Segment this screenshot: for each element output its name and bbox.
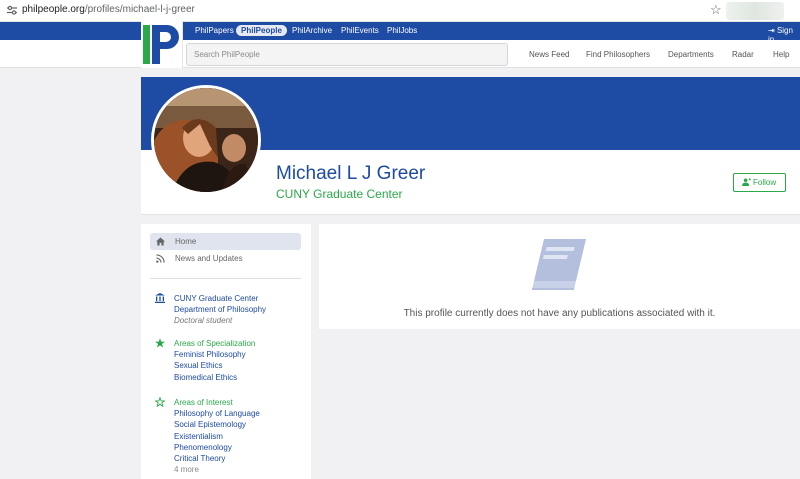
- network-nav-bar: PhilPapers PhilPeople PhilArchive PhilEv…: [0, 22, 800, 44]
- interest-item[interactable]: Philosophy of Language: [174, 409, 260, 418]
- specialization-item[interactable]: Feminist Philosophy: [174, 350, 246, 359]
- home-icon: [156, 237, 165, 246]
- header-news-feed[interactable]: News Feed: [529, 50, 569, 59]
- star-filled-icon: [155, 338, 165, 348]
- book-icon: [532, 239, 586, 290]
- avatar: [151, 85, 261, 195]
- institution-icon: [155, 293, 165, 303]
- sidebar-item-label: Home: [175, 237, 197, 246]
- interest-item[interactable]: Phenomenology: [174, 443, 232, 452]
- philpeople-logo-icon: [143, 25, 179, 64]
- philpeople-logo[interactable]: [141, 21, 183, 68]
- header-help[interactable]: Help: [773, 50, 789, 59]
- interest-item[interactable]: Social Epistemology: [174, 420, 246, 429]
- interest-more-link[interactable]: 4 more: [174, 465, 199, 474]
- nav-philevents[interactable]: PhilEvents: [336, 25, 384, 36]
- header-find-philosophers[interactable]: Find Philosophers: [586, 50, 650, 59]
- sidebar-divider: [150, 278, 301, 279]
- sidebar-item-news-and-updates[interactable]: News and Updates: [150, 250, 301, 267]
- browser-extension-area: [726, 2, 784, 20]
- browser-address-bar[interactable]: philpeople.org/profiles/michael-l-j-gree…: [0, 0, 800, 22]
- address-url[interactable]: philpeople.org/profiles/michael-l-j-gree…: [22, 4, 195, 15]
- nav-philpeople[interactable]: PhilPeople: [236, 25, 287, 36]
- nav-philarchive[interactable]: PhilArchive: [287, 25, 337, 36]
- sign-in-icon: ⇥: [768, 26, 775, 35]
- rss-icon: [156, 254, 165, 263]
- no-publications-message: This profile currently does not have any…: [403, 308, 716, 319]
- interest-item[interactable]: Critical Theory: [174, 454, 225, 463]
- interest-heading: Areas of Interest: [174, 398, 233, 407]
- site-settings-icon[interactable]: [6, 4, 18, 16]
- sidebar-item-label: News and Updates: [175, 254, 243, 263]
- star-outline-icon: [155, 397, 165, 407]
- follow-button[interactable]: Follow: [733, 173, 786, 192]
- affiliation-institution-link[interactable]: CUNY Graduate Center: [174, 294, 258, 303]
- affiliation-role: Doctoral student: [174, 316, 233, 325]
- specialization-item[interactable]: Biomedical Ethics: [174, 373, 237, 382]
- header-radar[interactable]: Radar: [732, 50, 754, 59]
- header-departments[interactable]: Departments: [668, 50, 714, 59]
- nav-philpapers[interactable]: PhilPapers: [190, 25, 239, 36]
- specialization-heading: Areas of Specialization: [174, 339, 256, 348]
- interest-item[interactable]: Existentialism: [174, 432, 223, 441]
- profile-institution[interactable]: CUNY Graduate Center: [276, 187, 403, 201]
- specialization-item[interactable]: Sexual Ethics: [174, 361, 222, 370]
- search-input[interactable]: Search PhilPeople: [186, 43, 508, 66]
- sidebar-item-home[interactable]: Home: [150, 233, 301, 250]
- nav-philjobs[interactable]: PhilJobs: [382, 25, 422, 36]
- affiliation-department-link[interactable]: Department of Philosophy: [174, 305, 266, 314]
- add-user-icon: [742, 178, 751, 186]
- bookmark-star-icon[interactable]: ☆: [710, 2, 722, 18]
- avatar-photo: [154, 88, 258, 192]
- profile-name: Michael L J Greer: [276, 163, 426, 184]
